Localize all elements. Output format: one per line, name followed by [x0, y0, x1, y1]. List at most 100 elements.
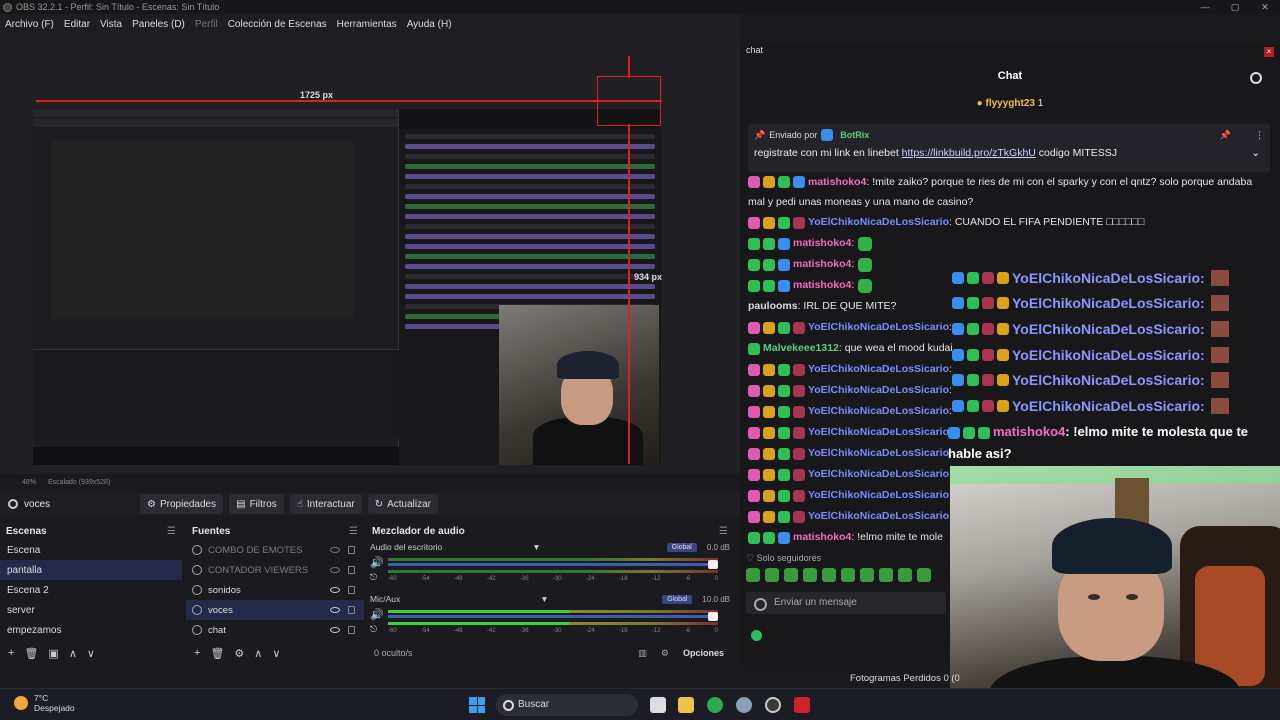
scene-item[interactable]: server — [0, 600, 182, 620]
emote-icon[interactable] — [784, 568, 798, 582]
filters-button[interactable]: ▤ Filtros — [229, 494, 284, 514]
lock-icon[interactable] — [348, 566, 355, 574]
mixer-layout-icon[interactable]: ▥ — [638, 648, 647, 659]
scene-item[interactable]: Escena — [0, 540, 182, 560]
chat-message-input[interactable]: Enviar un mensaje — [746, 592, 946, 614]
monitor-icon[interactable]: ⎋ — [370, 624, 377, 635]
task-view-icon[interactable] — [650, 697, 666, 713]
speaker-icon[interactable]: 🔊 — [370, 556, 384, 569]
lock-icon[interactable] — [348, 626, 355, 634]
settings-icon[interactable] — [736, 697, 752, 713]
selection-box[interactable] — [597, 76, 661, 126]
pinned-link[interactable]: https://linkbuild.pro/zTkGkhU — [902, 147, 1036, 159]
user-settings-icon[interactable] — [1250, 72, 1262, 84]
source-item[interactable]: COMBO DE EMOTES — [186, 540, 364, 560]
hidden-eye-icon[interactable] — [330, 547, 340, 553]
source-item-selected[interactable]: voces — [186, 600, 364, 620]
pinned-bot-name[interactable]: BotRix — [840, 130, 869, 140]
close-button[interactable]: ✕ — [1250, 0, 1280, 14]
emote-icon[interactable] — [879, 568, 893, 582]
taskbar-search[interactable]: Buscar — [496, 694, 638, 716]
pinned-message[interactable]: 📌 Enviado por BotRix 📌 ⋮ registrate con … — [748, 124, 1270, 172]
emote-icon[interactable] — [746, 568, 760, 582]
move-up-icon[interactable]: ∧ — [69, 647, 77, 660]
channel-dropdown-icon[interactable]: ▼ — [540, 594, 548, 604]
fader-knob[interactable] — [708, 560, 718, 569]
speaker-icon[interactable]: 🔊 — [370, 608, 384, 621]
lock-icon[interactable] — [348, 586, 355, 594]
scene-item-selected[interactable]: pantalla — [0, 560, 182, 580]
remove-source-icon[interactable]: 🗑 — [210, 647, 224, 660]
global-badge[interactable]: Global — [666, 542, 697, 552]
pinned-text: registrate con mi link en linebet — [754, 147, 902, 159]
file-explorer-icon[interactable] — [678, 697, 694, 713]
remove-scene-icon[interactable]: 🗑 — [24, 647, 38, 660]
hidden-eye-icon[interactable] — [330, 567, 340, 573]
menu-editar[interactable]: Editar — [64, 19, 90, 30]
eye-icon[interactable] — [330, 607, 340, 613]
scene-item[interactable]: Escena 2 — [0, 580, 182, 600]
menu-vista[interactable]: Vista — [100, 19, 122, 30]
menu-archivo[interactable]: Archivo (F) — [5, 19, 54, 30]
move-down-icon[interactable]: ∨ — [272, 647, 280, 660]
menu-perfil[interactable]: Perfil — [195, 19, 218, 30]
monitor-icon[interactable]: ⎋ — [370, 572, 377, 583]
preview-area[interactable]: 1725 px 934 px — [0, 34, 740, 474]
interact-button[interactable]: ☝ Interactuar — [289, 494, 362, 514]
more-options-icon[interactable]: ⋮ — [1255, 130, 1264, 141]
rotate-handle[interactable] — [628, 56, 630, 78]
menu-herramientas[interactable]: Herramientas — [337, 19, 397, 30]
chrome-icon[interactable] — [707, 697, 723, 713]
dock-menu-icon[interactable]: ☰ — [349, 526, 358, 537]
emote-icon[interactable] — [898, 568, 912, 582]
menu-paneles[interactable]: Paneles (D) — [132, 19, 185, 30]
menu-coleccion[interactable]: Colección de Escenas — [228, 19, 327, 30]
menu-ayuda[interactable]: Ayuda (H) — [407, 19, 452, 30]
eye-icon[interactable] — [330, 587, 340, 593]
dock-menu-icon[interactable]: ☰ — [719, 526, 728, 537]
source-item[interactable]: chat — [186, 620, 364, 640]
close-icon[interactable]: × — [1264, 47, 1274, 57]
gift-leaderboard[interactable]: ● flyyyght23 1 — [740, 98, 1280, 114]
start-button[interactable] — [469, 697, 485, 713]
channel-dropdown-icon[interactable]: ▼ — [532, 542, 540, 552]
send-icon[interactable] — [751, 630, 762, 641]
unpin-icon[interactable]: 📌 — [1220, 130, 1231, 141]
obs-taskbar-icon[interactable] — [765, 697, 781, 713]
chevron-down-icon[interactable]: ⌄ — [1251, 147, 1260, 159]
global-badge[interactable]: Global — [662, 594, 693, 604]
mixer-settings-icon[interactable]: ⚙ — [661, 648, 669, 659]
emote-icon[interactable] — [860, 568, 874, 582]
lock-icon[interactable] — [348, 546, 355, 554]
move-down-icon[interactable]: ∨ — [87, 647, 95, 660]
source-settings-icon[interactable]: ⚙ — [234, 647, 244, 660]
emote-icon[interactable] — [841, 568, 855, 582]
add-scene-icon[interactable]: + — [8, 647, 14, 659]
source-item[interactable]: CONTADOR VIEWERS — [186, 560, 364, 580]
emote-icon[interactable] — [822, 568, 836, 582]
properties-button[interactable]: ⚙ Propiedades — [140, 494, 224, 514]
emote-icon[interactable] — [917, 568, 931, 582]
lock-icon[interactable] — [348, 606, 355, 614]
volume-fader[interactable] — [388, 612, 718, 621]
scene-item[interactable]: empezamos — [0, 620, 182, 640]
app-icon[interactable] — [794, 697, 810, 713]
add-source-icon[interactable]: + — [194, 647, 200, 659]
dock-menu-icon[interactable]: ☰ — [167, 526, 176, 537]
emote-icon[interactable] — [803, 568, 817, 582]
eye-icon[interactable] — [330, 627, 340, 633]
source-type-icon — [192, 625, 202, 635]
weather-widget[interactable]: 7°C Despejado — [14, 693, 75, 713]
maximize-button[interactable]: ▢ — [1220, 0, 1250, 14]
options-button[interactable]: Opciones — [683, 648, 724, 658]
scene-filter-icon[interactable]: ▣ — [48, 647, 58, 660]
zoom-level[interactable]: 48% — [22, 479, 36, 486]
source-item[interactable]: sonidos — [186, 580, 364, 600]
emote-icon[interactable] — [765, 568, 779, 582]
refresh-button[interactable]: ↻ Actualizar — [367, 494, 439, 514]
minimize-button[interactable]: — — [1190, 0, 1220, 14]
fader-knob[interactable] — [708, 612, 718, 621]
preview-canvas[interactable] — [33, 109, 661, 465]
volume-fader[interactable] — [388, 560, 718, 569]
move-up-icon[interactable]: ∧ — [254, 647, 262, 660]
